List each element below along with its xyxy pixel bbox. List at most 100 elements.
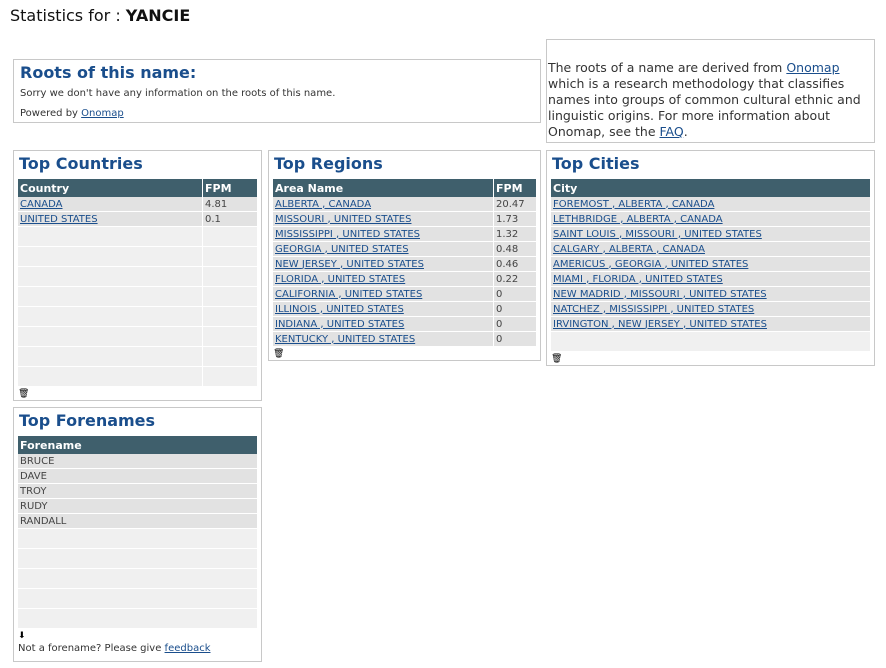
empty-row [18,548,257,569]
table-row: DAVE [18,468,257,484]
city-link[interactable]: LETHBRIDGE , ALBERTA , CANADA [553,214,723,225]
city-link[interactable]: IRVINGTON , NEW JERSEY , UNITED STATES [553,319,767,330]
fpm-value: 0 [493,331,536,347]
table-row: KENTUCKY , UNITED STATES 0 [273,331,536,347]
powered-by-text: Powered by [20,108,82,119]
table-row: ILLINOIS , UNITED STATES 0 [273,301,536,317]
table-row: CALIFORNIA , UNITED STATES 0 [273,286,536,302]
cities-table: City FOREMOST , ALBERTA , CANADA LETHBRI… [551,179,870,352]
roots-message: Sorry we don't have any information on t… [20,88,336,99]
forenames-table: Forename BRUCE DAVE TROY RUDY RANDALL [18,436,257,629]
fpm-value: 0 [493,316,536,332]
top-regions-panel: Top Regions Area Name FPM ALBERTA , CANA… [268,150,541,361]
feedback-link[interactable]: feedback [165,643,211,654]
trash-icon[interactable]: 🗑 [273,349,536,359]
fpm-value: 1.73 [493,211,536,227]
top-forenames-heading: Top Forenames [19,411,156,430]
top-countries-heading: Top Countries [19,154,143,173]
country-link[interactable]: CANADA [20,199,63,210]
onomap-link[interactable]: Onomap [81,108,124,119]
table-row: NEW MADRID , MISSOURI , UNITED STATES [551,286,870,302]
empty-row [18,608,257,629]
forename-feedback-note: Not a forename? Please give feedback [18,643,257,654]
empty-row [18,588,257,609]
column-header-area-name: Area Name [273,179,494,197]
column-header-fpm: FPM [202,179,257,197]
top-regions-heading: Top Regions [274,154,383,173]
table-row: CANADA 4.81 [18,197,257,212]
table-row: RANDALL [18,513,257,529]
table-row: RUDY [18,498,257,514]
region-link[interactable]: KENTUCKY , UNITED STATES [275,334,415,345]
empty-row [18,528,257,549]
info-text-3: . [683,124,688,139]
table-row: SAINT LOUIS , MISSOURI , UNITED STATES [551,226,870,242]
table-row: NATCHEZ , MISSISSIPPI , UNITED STATES [551,301,870,317]
empty-row [18,226,257,247]
region-link[interactable]: MISSISSIPPI , UNITED STATES [275,229,420,240]
top-forenames-panel: Top Forenames Forename BRUCE DAVE TROY R… [13,407,262,662]
table-row: FLORIDA , UNITED STATES 0.22 [273,271,536,287]
faq-link[interactable]: FAQ [659,124,683,139]
onomap-info-link[interactable]: Onomap [786,60,839,75]
region-link[interactable]: ILLINOIS , UNITED STATES [275,304,404,315]
fpm-value: 20.47 [493,197,536,212]
table-row: MISSISSIPPI , UNITED STATES 1.32 [273,226,536,242]
region-link[interactable]: ALBERTA , CANADA [275,199,371,210]
empty-row [18,326,257,347]
region-link[interactable]: INDIANA , UNITED STATES [275,319,404,330]
forename-cell: DAVE [18,468,257,484]
table-row: ALBERTA , CANADA 20.47 [273,197,536,212]
fpm-value: 0 [493,301,536,317]
city-link[interactable]: MIAMI , FLORIDA , UNITED STATES [553,274,723,285]
empty-row [18,286,257,307]
empty-row [18,266,257,287]
column-header-fpm: FPM [493,179,536,197]
table-row: MISSOURI , UNITED STATES 1.73 [273,211,536,227]
region-link[interactable]: FLORIDA , UNITED STATES [275,274,405,285]
region-link[interactable]: GEORGIA , UNITED STATES [275,244,409,255]
info-text-1: The roots of a name are derived from [548,60,787,75]
region-link[interactable]: NEW JERSEY , UNITED STATES [275,259,424,270]
country-link[interactable]: UNITED STATES [20,214,98,225]
city-link[interactable]: SAINT LOUIS , MISSOURI , UNITED STATES [553,229,762,240]
roots-heading: Roots of this name: [20,63,197,82]
fpm-value: 4.81 [202,197,257,212]
table-row: MIAMI , FLORIDA , UNITED STATES [551,271,870,287]
table-row: AMERICUS , GEORGIA , UNITED STATES [551,256,870,272]
city-link[interactable]: CALGARY , ALBERTA , CANADA [553,244,705,255]
fpm-value: 0 [493,286,536,302]
countries-table: Country FPM CANADA 4.81 UNITED STATES 0.… [18,179,257,387]
city-link[interactable]: AMERICUS , GEORGIA , UNITED STATES [553,259,748,270]
city-link[interactable]: NATCHEZ , MISSISSIPPI , UNITED STATES [553,304,754,315]
trash-icon[interactable]: 🗑 [18,389,257,399]
onomap-info-text: The roots of a name are derived from Ono… [547,60,874,140]
empty-row [551,331,870,352]
table-row: INDIANA , UNITED STATES 0 [273,316,536,332]
fpm-value: 0.46 [493,256,536,272]
download-icon[interactable]: ⬇ [18,631,257,641]
onomap-info-panel: The roots of a name are derived from Ono… [546,39,875,143]
region-link[interactable]: MISSOURI , UNITED STATES [275,214,411,225]
table-row: TROY [18,483,257,499]
roots-panel: Roots of this name: Sorry we don't have … [13,59,541,123]
regions-table: Area Name FPM ALBERTA , CANADA 20.47 MISS… [273,179,536,347]
city-link[interactable]: FOREMOST , ALBERTA , CANADA [553,199,714,210]
empty-row [18,366,257,387]
table-row: GEORGIA , UNITED STATES 0.48 [273,241,536,257]
table-row: UNITED STATES 0.1 [18,211,257,227]
title-prefix: Statistics for : [10,6,126,25]
top-countries-panel: Top Countries Country FPM CANADA 4.81 UN… [13,150,262,401]
table-row: BRUCE [18,454,257,469]
powered-by: Powered by Onomap [20,107,534,121]
region-link[interactable]: CALIFORNIA , UNITED STATES [275,289,422,300]
feedback-note-text: Not a forename? Please give [18,643,165,654]
column-header-country: Country [18,179,203,197]
trash-icon[interactable]: 🗑 [551,354,870,364]
table-row: FOREMOST , ALBERTA , CANADA [551,197,870,212]
page-title: Statistics for : YANCIE [10,6,190,25]
empty-row [18,568,257,589]
top-cities-panel: Top Cities City FOREMOST , ALBERTA , CAN… [546,150,875,366]
forename-cell: BRUCE [18,454,257,469]
city-link[interactable]: NEW MADRID , MISSOURI , UNITED STATES [553,289,767,300]
